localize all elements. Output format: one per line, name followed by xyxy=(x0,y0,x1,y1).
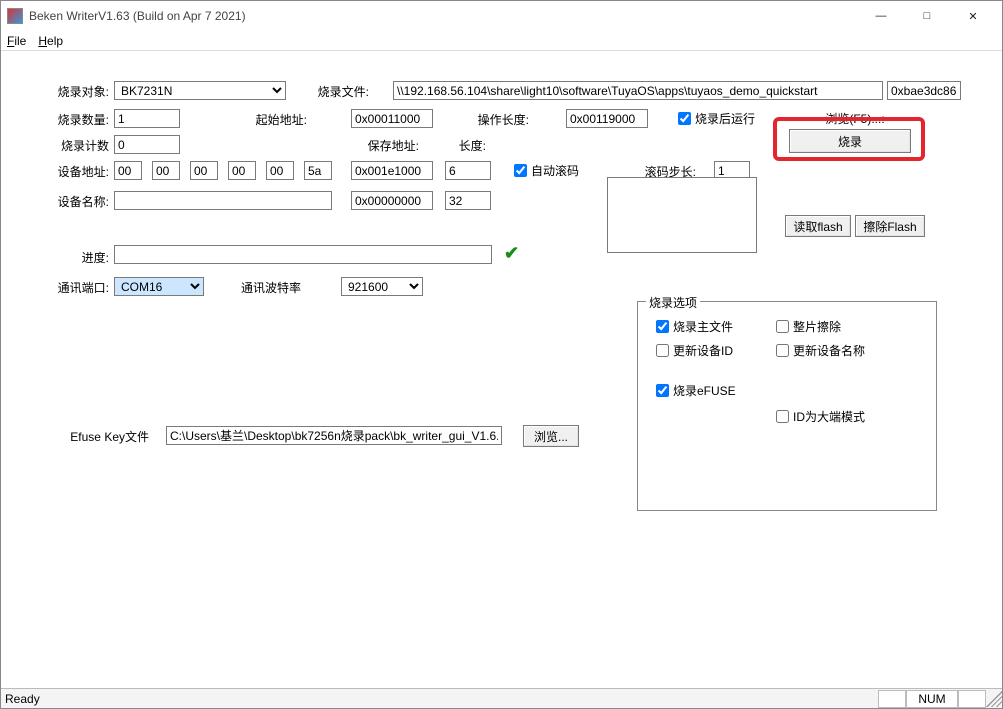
input-burn-counter[interactable] xyxy=(114,135,180,154)
input-dev-addr-5[interactable] xyxy=(304,161,332,180)
label-dev-name: 设备名称: xyxy=(19,193,109,210)
input-burn-file-hash[interactable] xyxy=(887,81,961,100)
checkbox-full-erase-input[interactable] xyxy=(776,320,789,333)
checkbox-burn-main-label: 烧录主文件 xyxy=(673,318,733,335)
success-check-icon: ✔ xyxy=(504,243,519,264)
checkbox-update-devid-input[interactable] xyxy=(656,344,669,357)
checkbox-burn-efuse-input[interactable] xyxy=(656,384,669,397)
status-cell-1 xyxy=(878,690,906,708)
input-start-addr[interactable] xyxy=(351,109,433,128)
checkbox-auto-scroll-input[interactable] xyxy=(514,164,527,177)
checkbox-run-after-label: 烧录后运行 xyxy=(695,110,755,127)
label-dev-addr: 设备地址: xyxy=(39,163,109,180)
statusbar: Ready NUM xyxy=(1,688,1002,708)
input-dev-addr-0[interactable] xyxy=(114,161,142,180)
window-title: Beken WriterV1.63 (Build on Apr 7 2021) xyxy=(29,9,246,23)
checkbox-update-devid-label: 更新设备ID xyxy=(673,342,733,359)
log-textarea[interactable] xyxy=(607,177,757,253)
checkbox-id-bigendian-label: ID为大端模式 xyxy=(793,408,865,425)
input-length1[interactable] xyxy=(445,161,491,180)
status-cell-2 xyxy=(958,690,986,708)
input-dev-name-len[interactable] xyxy=(445,191,491,210)
groupbox-burn-options: 烧录选项 烧录主文件 整片擦除 更新设备ID 更新设备名称 烧录eFUSE ID… xyxy=(637,301,937,511)
input-dev-name[interactable] xyxy=(114,191,332,210)
client-area: 烧录对象: BK7231N 烧录文件: 烧录数量: 起始地址: 操作长度: 烧录… xyxy=(1,53,1002,688)
checkbox-id-bigendian[interactable]: ID为大端模式 xyxy=(776,408,865,425)
checkbox-auto-scroll[interactable]: 自动滚码 xyxy=(514,162,579,179)
label-burn-count: 烧录数量: xyxy=(39,111,109,128)
checkbox-update-devname-label: 更新设备名称 xyxy=(793,342,865,359)
checkbox-update-devname-input[interactable] xyxy=(776,344,789,357)
status-ready: Ready xyxy=(1,692,878,706)
label-com-port: 通讯端口: xyxy=(33,279,109,296)
label-browse-f5: 浏览(F5)...: xyxy=(810,110,900,127)
label-burn-file: 烧录文件: xyxy=(309,83,369,100)
menubar: File Help xyxy=(1,31,1002,51)
minimize-button[interactable]: — xyxy=(858,1,904,31)
input-dev-addr-4[interactable] xyxy=(266,161,294,180)
checkbox-id-bigendian-input[interactable] xyxy=(776,410,789,423)
input-efuse-path[interactable] xyxy=(166,426,502,445)
progress-bar xyxy=(114,245,492,264)
checkbox-burn-main-input[interactable] xyxy=(656,320,669,333)
input-op-len[interactable] xyxy=(566,109,648,128)
input-dev-addr-1[interactable] xyxy=(152,161,180,180)
browse-efuse-button[interactable]: 浏览... xyxy=(523,425,579,447)
menu-help[interactable]: Help xyxy=(38,34,63,48)
groupbox-burn-options-legend: 烧录选项 xyxy=(646,294,700,311)
label-progress: 进度: xyxy=(49,249,109,266)
label-burn-target: 烧录对象: xyxy=(39,83,109,100)
checkbox-run-after-input[interactable] xyxy=(678,112,691,125)
label-baud: 通讯波特率 xyxy=(223,279,301,296)
input-dev-addr-3[interactable] xyxy=(228,161,256,180)
combo-com-port[interactable]: COM16 xyxy=(114,277,204,296)
titlebar: Beken WriterV1.63 (Build on Apr 7 2021) … xyxy=(1,1,1002,31)
label-op-len: 操作长度: xyxy=(469,111,529,128)
label-start-addr: 起始地址: xyxy=(237,111,307,128)
checkbox-full-erase[interactable]: 整片擦除 xyxy=(776,318,841,335)
read-flash-button[interactable]: 读取flash xyxy=(785,215,851,237)
checkbox-full-erase-label: 整片擦除 xyxy=(793,318,841,335)
app-icon xyxy=(7,8,23,24)
combo-baud[interactable]: 921600 xyxy=(341,277,423,296)
input-dev-addr-2[interactable] xyxy=(190,161,218,180)
label-length: 长度: xyxy=(446,137,486,154)
checkbox-burn-efuse[interactable]: 烧录eFUSE xyxy=(656,382,736,399)
input-save-addr[interactable] xyxy=(351,161,433,180)
checkbox-update-devid[interactable]: 更新设备ID xyxy=(656,342,733,359)
label-burn-counter: 烧录计数 xyxy=(39,137,109,154)
input-dev-name-addr[interactable] xyxy=(351,191,433,210)
checkbox-burn-efuse-label: 烧录eFUSE xyxy=(673,382,736,399)
label-efuse-key-file: Efuse Key文件 xyxy=(49,428,149,445)
checkbox-burn-main[interactable]: 烧录主文件 xyxy=(656,318,733,335)
combo-burn-target[interactable]: BK7231N xyxy=(114,81,286,100)
maximize-button[interactable]: □ xyxy=(904,1,950,31)
menu-file[interactable]: File xyxy=(7,34,26,48)
burn-button[interactable]: 烧录 xyxy=(789,129,911,153)
checkbox-update-devname[interactable]: 更新设备名称 xyxy=(776,342,865,359)
status-num: NUM xyxy=(906,690,958,708)
resize-grip-icon[interactable] xyxy=(986,691,1002,707)
checkbox-run-after[interactable]: 烧录后运行 xyxy=(678,110,755,127)
input-burn-count[interactable] xyxy=(114,109,180,128)
close-button[interactable]: ✕ xyxy=(950,1,996,31)
input-burn-file-path[interactable] xyxy=(393,81,883,100)
label-save-addr: 保存地址: xyxy=(349,137,419,154)
checkbox-auto-scroll-label: 自动滚码 xyxy=(531,162,579,179)
erase-flash-button[interactable]: 擦除Flash xyxy=(855,215,925,237)
